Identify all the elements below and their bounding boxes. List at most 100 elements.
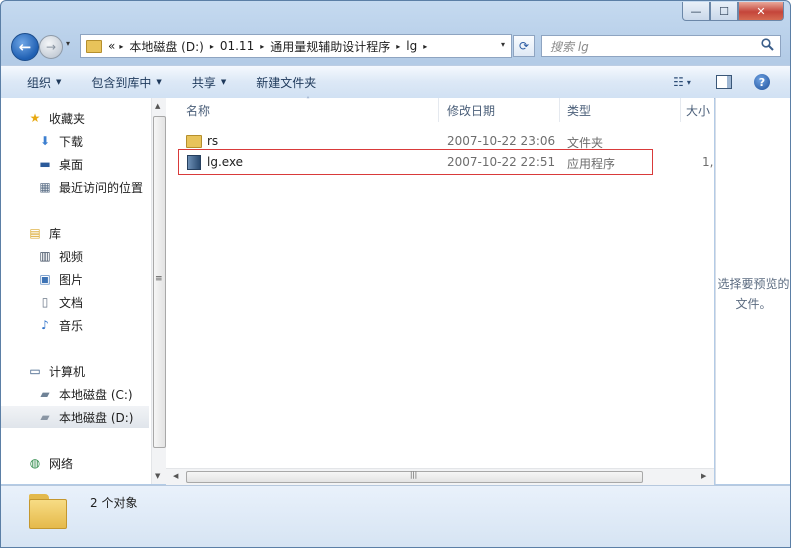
sidebar-group-label: 收藏夹 [49, 111, 86, 126]
sidebar-group-label: 网络 [49, 456, 74, 471]
minimize-button[interactable]: — [682, 2, 710, 21]
column-header-type[interactable]: 类型 [561, 98, 681, 122]
back-button[interactable]: ← [11, 33, 39, 61]
organize-button[interactable]: 组织 ▼ [27, 74, 61, 91]
chevron-down-icon: ▼ [156, 78, 162, 86]
sidebar-item-recent-places[interactable]: ▦ 最近访问的位置 [1, 176, 149, 198]
file-name[interactable]: rs [207, 134, 218, 148]
organize-label: 组织 [27, 75, 52, 90]
breadcrumb-separator[interactable]: ▸ [423, 42, 427, 51]
drive-icon: ▰ [40, 410, 50, 424]
address-overflow[interactable]: « [108, 39, 115, 53]
sidebar-item-computer[interactable]: ▭ 计算机 [1, 360, 149, 382]
file-list-horizontal-scrollbar[interactable]: ◀ ||| ▶ [166, 468, 714, 485]
sidebar-item-pictures[interactable]: ▣ 图片 [1, 268, 149, 290]
sidebar-item-libraries[interactable]: ▤ 库 [1, 222, 149, 244]
scroll-right-arrow[interactable]: ▶ [701, 472, 706, 480]
forward-button[interactable]: → [39, 35, 63, 59]
new-folder-button[interactable]: 新建文件夹 [256, 74, 316, 91]
chevron-down-icon: ▾ [686, 77, 691, 87]
column-name-label: 名称 [186, 103, 211, 118]
breadcrumb-separator[interactable]: ▸ [210, 42, 214, 51]
details-pane: 2 个对象 [1, 485, 790, 547]
breadcrumb-folder-program[interactable]: 通用量规辅助设计程序 [270, 38, 390, 55]
address-history-dropdown[interactable]: ▾ [501, 40, 505, 49]
column-header-modified[interactable]: 修改日期 [440, 98, 560, 122]
recent-places-icon: ▦ [39, 180, 51, 194]
navigation-pane: ★ 收藏夹 ⬇ 下载 ▬ 桌面 ▦ 最近访问的位置 ▤ 库 ▥ 视频 ▣ 图片 … [1, 98, 151, 484]
sidebar-item-label: 文档 [59, 295, 84, 310]
column-header-size[interactable]: 大小 [682, 98, 714, 122]
recent-pages-dropdown[interactable]: ▾ [66, 39, 70, 48]
sidebar-item-music[interactable]: ♪ 音乐 [1, 314, 149, 336]
desktop-icon: ▬ [39, 157, 51, 171]
navigation-bar: ← → ▾ « ▸ 本地磁盘 (D:) ▸ 01.11 ▸ 通用量规辅助设计程序… [1, 29, 790, 63]
share-button[interactable]: 共享 ▼ [192, 74, 226, 91]
scroll-grip-icon: ||| [410, 471, 418, 479]
folder-icon [29, 494, 67, 529]
sidebar-item-network[interactable]: ◍ 网络 [1, 452, 149, 474]
column-modified-label: 修改日期 [447, 103, 496, 118]
column-size-label: 大小 [686, 103, 711, 118]
navigation-pane-scrollbar[interactable]: ▲ ≡ ▼ [151, 98, 166, 484]
change-view-button[interactable]: ☷ ▾ [672, 72, 692, 92]
selection-highlight-box [178, 149, 653, 175]
scroll-grip-icon: ≡ [155, 274, 163, 284]
breadcrumb-separator[interactable]: ▸ [396, 42, 400, 51]
preview-pane-icon [716, 75, 732, 89]
refresh-button[interactable]: ⟳ [513, 35, 535, 57]
documents-icon: ▯ [41, 295, 49, 309]
include-in-library-button[interactable]: 包含到库中 ▼ [91, 74, 161, 91]
scroll-left-arrow[interactable]: ◀ [173, 472, 178, 480]
view-icon: ☷ [673, 75, 684, 89]
file-size: 1, [702, 155, 714, 169]
sidebar-item-label: 音乐 [59, 318, 84, 333]
network-icon: ◍ [29, 456, 41, 470]
sidebar-item-videos[interactable]: ▥ 视频 [1, 245, 149, 267]
star-icon: ★ [29, 111, 41, 125]
help-icon: ? [754, 74, 770, 90]
chevron-down-icon: ▼ [220, 78, 227, 86]
sidebar-item-label: 下载 [59, 134, 84, 149]
search-box[interactable]: 搜索 lg [541, 35, 781, 57]
sidebar-item-desktop[interactable]: ▬ 桌面 [1, 153, 149, 175]
toolbar-right: ☷ ▾ ? [658, 72, 772, 92]
scroll-down-arrow[interactable]: ▼ [155, 472, 160, 480]
sidebar-item-downloads[interactable]: ⬇ 下载 [1, 130, 149, 152]
command-bar: 组织 ▼ 包含到库中 ▼ 共享 ▼ 新建文件夹 ☷ ▾ ? [1, 65, 790, 99]
sidebar-item-label: 本地磁盘 (C:) [59, 387, 133, 402]
sidebar-item-favorites[interactable]: ★ 收藏夹 [1, 107, 149, 129]
column-type-label: 类型 [567, 103, 592, 118]
preview-pane-button[interactable] [714, 72, 734, 92]
maximize-button[interactable]: ☐ [710, 2, 738, 21]
library-icon: ▤ [29, 226, 41, 240]
sidebar-item-label: 最近访问的位置 [59, 180, 144, 195]
sidebar-item-drive-d[interactable]: ▰ 本地磁盘 (D:) [1, 406, 149, 428]
sidebar-group-label: 库 [49, 226, 62, 241]
breadcrumb-separator[interactable]: ▸ [260, 42, 264, 51]
breadcrumb-folder-0111[interactable]: 01.11 [220, 39, 254, 53]
close-button[interactable]: ✕ [738, 2, 784, 21]
download-icon: ⬇ [39, 134, 51, 148]
chevron-right-icon: ▸ [119, 41, 124, 51]
sidebar-group-label: 计算机 [49, 364, 86, 379]
share-label: 共享 [191, 75, 216, 90]
breadcrumb-drive[interactable]: 本地磁盘 (D:) [129, 38, 203, 55]
system-drive-icon: ▰ [40, 387, 50, 401]
search-icon[interactable] [761, 38, 774, 54]
folder-icon [86, 39, 102, 53]
scroll-up-arrow[interactable]: ▲ [155, 102, 160, 110]
sidebar-item-label: 本地磁盘 (D:) [59, 410, 134, 425]
breadcrumb-folder-lg[interactable]: lg [406, 39, 417, 53]
file-modified: 2007-10-22 23:06 [447, 134, 556, 148]
preview-message: 选择要预览的文件。 [717, 277, 790, 311]
title-bar: — ☐ ✕ [1, 1, 790, 27]
column-header-name[interactable]: 名称 [166, 98, 439, 122]
help-button[interactable]: ? [752, 72, 772, 92]
search-input[interactable]: 搜索 lg [550, 38, 761, 55]
sidebar-item-drive-c[interactable]: ▰ 本地磁盘 (C:) [1, 383, 149, 405]
pictures-icon: ▣ [39, 272, 51, 286]
sidebar-item-documents[interactable]: ▯ 文档 [1, 291, 149, 313]
address-bar[interactable]: « ▸ 本地磁盘 (D:) ▸ 01.11 ▸ 通用量规辅助设计程序 ▸ lg … [80, 34, 512, 58]
sidebar-item-label: 图片 [59, 272, 84, 287]
